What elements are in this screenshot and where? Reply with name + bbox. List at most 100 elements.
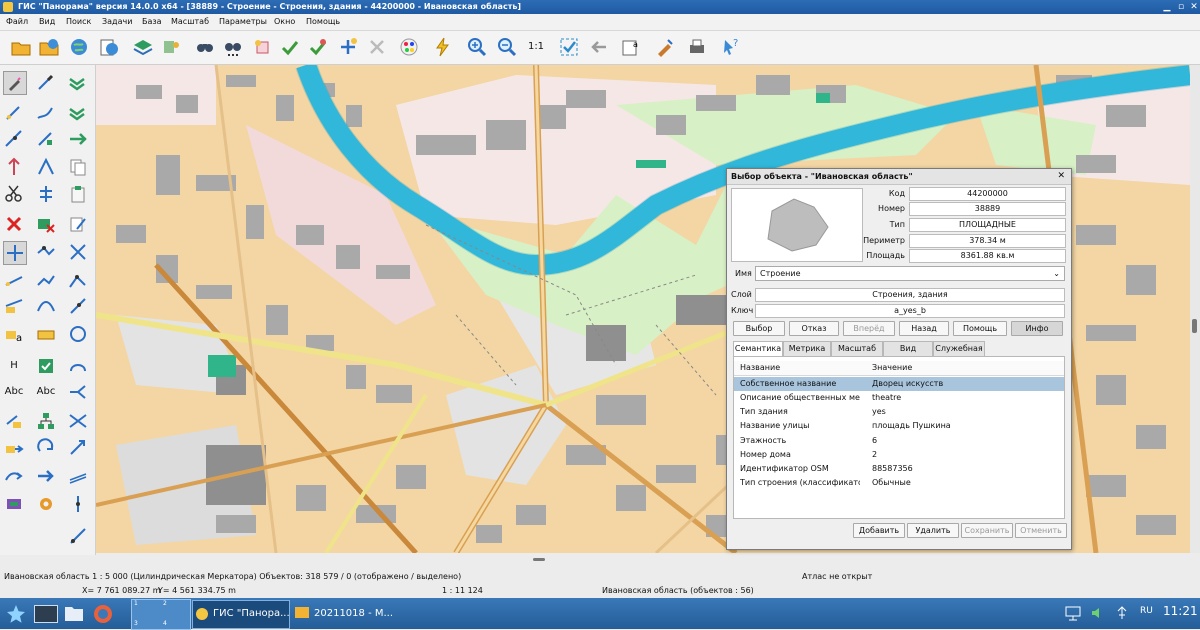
menu-scale[interactable]: Масштаб	[171, 17, 209, 26]
route-tool-icon[interactable]	[35, 241, 57, 263]
info-button[interactable]: Инфо	[1011, 321, 1063, 336]
curve-tool-icon[interactable]	[35, 295, 57, 317]
table-row[interactable]: Тип здания yes	[734, 405, 1064, 419]
tab-semantics[interactable]: Семантика	[733, 341, 783, 357]
arrow-split-icon[interactable]	[67, 381, 89, 403]
palette-icon[interactable]	[398, 36, 420, 58]
brush-edit-icon[interactable]	[654, 36, 676, 58]
panel-splitter[interactable]	[96, 554, 1190, 566]
shift-arrow-icon[interactable]	[35, 465, 57, 487]
desktop-4[interactable]: 4	[163, 620, 167, 627]
globe-icon[interactable]	[68, 36, 90, 58]
properties-doc-icon[interactable]: a	[620, 36, 642, 58]
delete-button[interactable]: Удалить	[907, 523, 959, 538]
tab-service[interactable]: Служебная	[933, 341, 985, 356]
table-row[interactable]: Название улицы площадь Пушкина	[734, 419, 1064, 433]
delete-point-icon[interactable]	[366, 36, 388, 58]
select-check-icon[interactable]	[279, 36, 301, 58]
add-button[interactable]: Добавить	[853, 523, 905, 538]
measure-tool-icon[interactable]	[3, 295, 25, 317]
arrows-merge-icon[interactable]	[67, 128, 89, 150]
polyline-vertex-icon[interactable]	[67, 270, 89, 292]
tab-metrics[interactable]: Метрика	[783, 341, 831, 356]
table-row[interactable]: Описание общественных мест theatre	[734, 391, 1064, 405]
arrows-down-icon[interactable]	[67, 101, 89, 123]
taskbar-app-panorama[interactable]: ГИС "Панора...	[192, 600, 290, 629]
zoom-out-icon[interactable]	[496, 36, 518, 58]
help-pointer-icon[interactable]: ?	[720, 36, 742, 58]
align-tool-icon[interactable]	[35, 183, 57, 205]
split-tool-icon[interactable]	[3, 156, 25, 178]
virtual-desktops-pager[interactable]: 1 2 3 4	[131, 599, 191, 630]
network-icon[interactable]	[1064, 605, 1082, 621]
paste-doc-icon[interactable]	[67, 183, 89, 205]
merge-arrows-icon[interactable]	[67, 410, 89, 432]
binoculars-more-icon[interactable]	[222, 36, 244, 58]
menu-search[interactable]: Поиск	[66, 17, 91, 26]
dialog-title-bar[interactable]: Выбор объекта - "Ивановская область" ✕	[727, 169, 1071, 185]
scale-tool-icon[interactable]	[67, 437, 89, 459]
clock[interactable]: 11:21	[1163, 604, 1198, 618]
revert-button[interactable]: Отменить	[1015, 523, 1067, 538]
zoom-reset-button[interactable]: 1:1	[525, 36, 547, 58]
copy-doc-icon[interactable]	[67, 156, 89, 178]
tab-scale[interactable]: Масштаб	[831, 341, 883, 356]
maximize-icon[interactable]: ▫	[1174, 0, 1188, 14]
edit-text-icon[interactable]	[67, 213, 89, 235]
table-row[interactable]: Идентификатор OSM 88587356	[734, 462, 1064, 476]
menu-params[interactable]: Параметры	[219, 17, 267, 26]
menu-view[interactable]: Вид	[39, 17, 55, 26]
pencil-select-icon[interactable]	[3, 71, 27, 95]
line-yellow-icon[interactable]	[3, 270, 25, 292]
cut-line-icon[interactable]	[3, 128, 25, 150]
label-yellow-icon[interactable]	[35, 323, 57, 345]
select-button[interactable]: Выбор	[733, 321, 785, 336]
binoculars-icon[interactable]	[194, 36, 216, 58]
jump-arrow-icon[interactable]	[3, 465, 25, 487]
menu-base[interactable]: База	[142, 17, 162, 26]
volume-icon[interactable]	[1090, 605, 1106, 621]
menu-tasks[interactable]: Задачи	[102, 17, 132, 26]
height-tool-button[interactable]: H	[3, 355, 25, 377]
start-star-icon[interactable]	[6, 604, 26, 624]
scissors-icon[interactable]	[3, 183, 25, 205]
forward-button[interactable]: Вперёд	[843, 321, 895, 336]
symbol-tool-icon[interactable]	[35, 355, 57, 377]
intersect-tool-icon[interactable]	[67, 241, 89, 263]
arrows-green-icon[interactable]	[67, 71, 89, 93]
usb-icon[interactable]	[1114, 605, 1130, 621]
open-map-icon[interactable]	[38, 36, 60, 58]
open-folder-icon[interactable]	[10, 36, 32, 58]
back-arrow-icon[interactable]	[588, 36, 610, 58]
crosshair-icon[interactable]	[3, 241, 27, 265]
table-row[interactable]: Номер дома 2	[734, 448, 1064, 462]
desktop-2[interactable]: 2	[163, 600, 167, 607]
delete-object-icon[interactable]	[3, 213, 25, 235]
file-manager-icon[interactable]	[64, 604, 84, 622]
splitter-grip[interactable]	[533, 558, 545, 561]
move-yellow-icon[interactable]	[3, 437, 25, 459]
text-tool-button[interactable]: Abc	[3, 381, 25, 403]
arc-tool-icon[interactable]	[67, 355, 89, 377]
offset-line-icon[interactable]	[67, 465, 89, 487]
desktop-1[interactable]: 1	[134, 600, 138, 607]
gear-icon[interactable]	[35, 493, 57, 515]
taskbar-folder[interactable]: 20211018 - М...	[292, 600, 393, 627]
select-all-icon[interactable]	[307, 36, 329, 58]
dialog-close-icon[interactable]: ✕	[1057, 169, 1065, 184]
back-button[interactable]: Назад	[899, 321, 949, 336]
tab-view[interactable]: Вид	[883, 341, 933, 356]
text-curve-tool-button[interactable]: Abc	[35, 381, 57, 403]
close-icon[interactable]: ✕	[1187, 0, 1200, 14]
desktop-3[interactable]: 3	[134, 620, 138, 627]
node-tool-icon[interactable]	[35, 156, 57, 178]
minimize-icon[interactable]: ▁	[1160, 0, 1174, 14]
label-tool-icon[interactable]: a	[3, 323, 25, 345]
keyboard-layout[interactable]: RU	[1140, 606, 1153, 616]
globe-doc-icon[interactable]	[98, 36, 120, 58]
save-button[interactable]: Сохранить	[961, 523, 1013, 538]
pencil-sketch-icon[interactable]	[35, 101, 57, 123]
menu-window[interactable]: Окно	[274, 17, 295, 26]
desktop-icon[interactable]	[34, 605, 58, 623]
add-point-icon[interactable]	[337, 36, 359, 58]
